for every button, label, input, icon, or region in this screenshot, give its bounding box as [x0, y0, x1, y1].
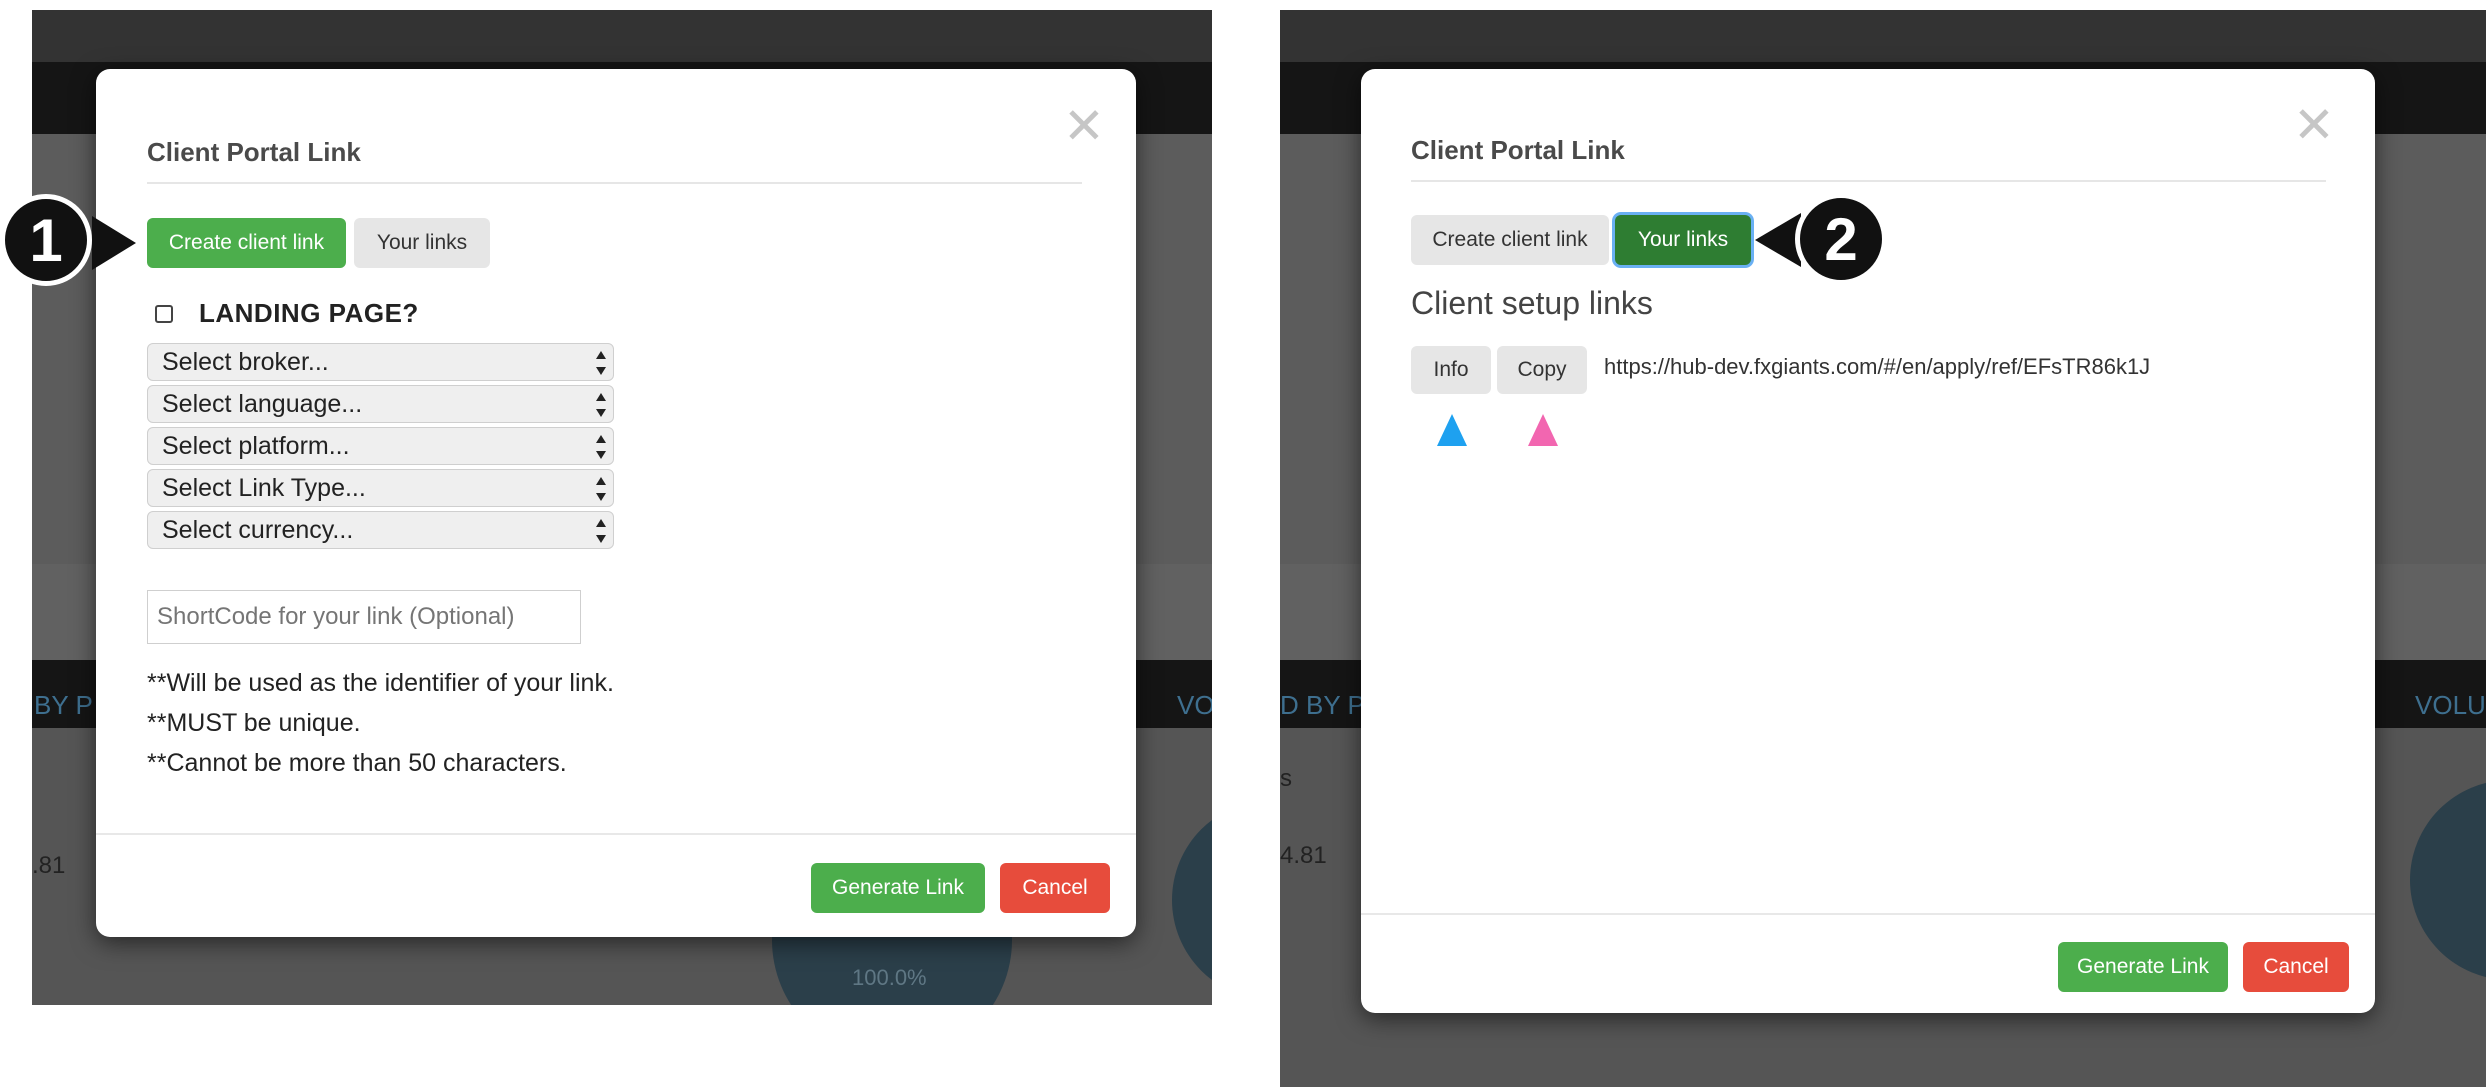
client-portal-link-modal: Client Portal Link ✕ Create client link …	[96, 69, 1136, 937]
shortcode-input[interactable]	[147, 590, 581, 644]
info-marker-icon	[1437, 414, 1467, 446]
tab-your-links[interactable]: Your links	[1615, 215, 1751, 265]
link-type-select[interactable]: Select Link Type...	[147, 469, 614, 507]
bg-pie-percent: 100.0%	[852, 965, 927, 990]
modal-footer-divider	[1361, 913, 2375, 915]
cancel-button[interactable]: Cancel	[2243, 942, 2349, 992]
bg-pie-chart-2	[1172, 800, 1212, 1000]
cancel-button[interactable]: Cancel	[1000, 863, 1110, 913]
close-icon[interactable]: ✕	[2293, 100, 2335, 150]
bg-fragment-s: s	[1280, 765, 1292, 792]
bg-value: 4.81	[1280, 842, 1327, 869]
bg-pie-chart	[2410, 780, 2486, 980]
language-select[interactable]: Select language...	[147, 385, 614, 423]
note-identifier: **Will be used as the identifier of your…	[147, 669, 614, 697]
platform-select[interactable]: Select platform...	[147, 427, 614, 465]
tab-create-client-link[interactable]: Create client link	[147, 218, 346, 268]
link-type-select-value: Select Link Type...	[162, 473, 366, 502]
language-select-value: Select language...	[162, 389, 363, 418]
landing-page-label: LANDING PAGE?	[199, 298, 419, 328]
landing-page-checkbox[interactable]	[155, 304, 173, 323]
step-badge-2: 2	[1795, 193, 1887, 285]
select-arrows-icon	[595, 434, 607, 460]
screenshot-page: BY P VO .81 100.0% Client Portal Link ✕ …	[0, 0, 2486, 1087]
modal-header-divider	[1411, 180, 2326, 182]
modal-header-divider	[147, 182, 1082, 184]
note-unique: **MUST be unique.	[147, 709, 361, 737]
copy-button[interactable]: Copy	[1497, 346, 1587, 394]
bg-column-fragment-right: VOLUM	[2415, 690, 2486, 720]
select-arrows-icon	[595, 476, 607, 502]
info-button[interactable]: Info	[1411, 346, 1491, 394]
bg-value: .81	[32, 852, 66, 879]
tab-create-client-link[interactable]: Create client link	[1411, 215, 1609, 265]
tab-your-links[interactable]: Your links	[354, 218, 490, 268]
modal-title: Client Portal Link	[1411, 135, 1625, 165]
platform-select-value: Select platform...	[162, 431, 350, 460]
callout-arrow-icon	[92, 216, 136, 270]
close-icon[interactable]: ✕	[1063, 101, 1105, 151]
section-title: Client setup links	[1411, 285, 1653, 321]
broker-select[interactable]: Select broker...	[147, 343, 614, 381]
select-arrows-icon	[595, 350, 607, 376]
select-arrows-icon	[595, 392, 607, 418]
landing-page-option[interactable]: LANDING PAGE?	[155, 298, 419, 329]
copy-marker-icon	[1528, 414, 1558, 446]
modal-title: Client Portal Link	[147, 137, 361, 167]
note-max-length: **Cannot be more than 50 characters.	[147, 749, 567, 777]
app-topbar	[1280, 10, 2486, 62]
client-link-url[interactable]: https://hub-dev.fxgiants.com/#/en/apply/…	[1604, 354, 2150, 380]
bg-column-fragment-right: VO	[1177, 690, 1212, 720]
bg-column-fragment-left: BY P	[34, 690, 93, 720]
modal-footer-divider	[96, 833, 1136, 835]
bg-column-fragment-left: D BY P	[1280, 690, 1365, 720]
currency-select[interactable]: Select currency...	[147, 511, 614, 549]
step-badge-1: 1	[0, 194, 92, 286]
broker-select-value: Select broker...	[162, 347, 329, 376]
select-arrows-icon	[595, 518, 607, 544]
generate-link-button[interactable]: Generate Link	[2058, 942, 2228, 992]
generate-link-button[interactable]: Generate Link	[811, 863, 985, 913]
app-topbar	[32, 10, 1212, 62]
currency-select-value: Select currency...	[162, 515, 354, 544]
